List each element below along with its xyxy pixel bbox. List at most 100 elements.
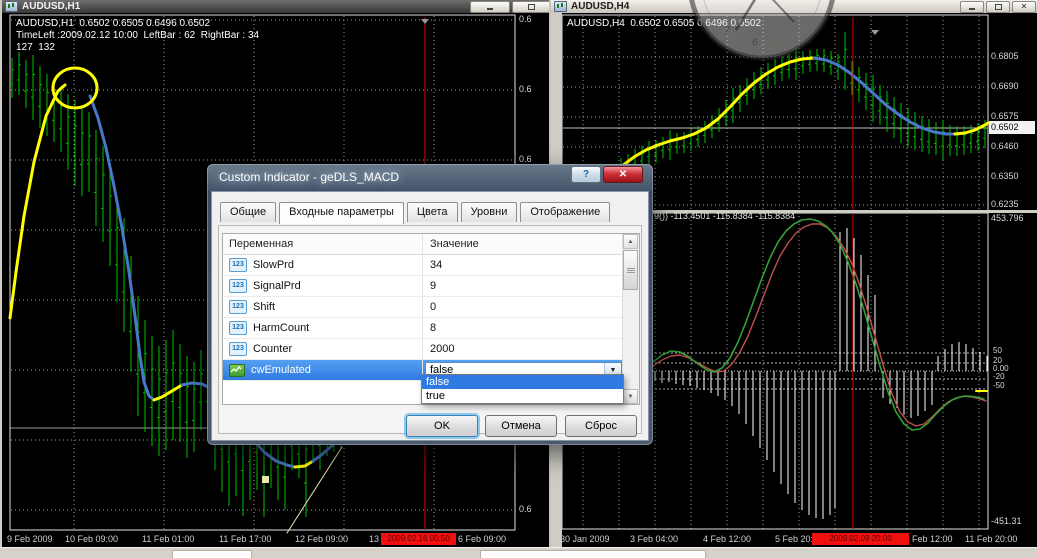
arrow-down-icon: ▼ — [627, 393, 634, 400]
param-name: SignalPrd — [253, 280, 301, 292]
h1-time-label: 6 Feb 09:00 — [458, 534, 507, 544]
numeric-param-icon: 123 — [229, 258, 247, 272]
h4-price-label: 0.6460 — [991, 141, 1019, 151]
ok-button[interactable]: OK — [406, 415, 478, 437]
h1-time-label: 11 Feb 01:00 — [142, 534, 195, 544]
h4-current-price-box: 0.6502 — [989, 121, 1035, 134]
numeric-param-icon: 123 — [229, 300, 247, 314]
dropdown-option-true[interactable]: true — [422, 389, 623, 403]
param-value[interactable]: 34 — [422, 255, 625, 275]
h4-window-title: AUDUSD,H4 — [571, 1, 630, 12]
dialog-help-button[interactable]: ? — [571, 166, 601, 183]
dialog-title: Custom Indicator - geDLS_MACD — [219, 170, 400, 184]
tab-visualization[interactable]: Отображение — [520, 202, 611, 222]
h1-price-label: 0.6 — [519, 154, 532, 164]
table-row[interactable]: 123 SignalPrd 9 — [223, 276, 625, 297]
chart-window-icon — [554, 1, 567, 12]
h4-price-label: 0.6575 — [991, 111, 1019, 121]
reset-button[interactable]: Сброс — [565, 415, 637, 437]
scrollbar-thumb[interactable] — [623, 250, 638, 290]
dropdown-option-false[interactable]: false — [422, 375, 623, 389]
h4-indicator-values: 9()) -113.4501 -115.8384 -115.8384 — [654, 211, 796, 221]
numeric-param-icon: 123 — [229, 279, 247, 293]
param-name: Shift — [253, 301, 276, 313]
indicator-level-label: -20 — [993, 372, 1005, 381]
table-row[interactable]: 123 HarmCount 8 — [223, 318, 625, 339]
scroll-down-button[interactable]: ▼ — [623, 389, 638, 404]
h1-ohlc-info: AUDUSD,H1 0.6502 0.6505 0.6496 0.6502 — [16, 18, 211, 29]
restore-icon — [528, 4, 535, 10]
mt4-workspace: AUDUSD,H1 AUDUSD,H1 0.6502 0.6505 0.6496… — [0, 0, 1037, 558]
param-name: SlowPrd — [253, 259, 294, 271]
h4-price-label: 0.6690 — [991, 81, 1019, 91]
close-icon: ✕ — [1020, 2, 1028, 11]
h4-close-button[interactable]: ✕ — [1012, 1, 1036, 13]
h1-window-titlebar[interactable]: AUDUSD,H1 — [2, 0, 549, 13]
dialog-body: Общие Входные параметры Цвета Уровни Ото… — [211, 191, 649, 441]
h4-time-label: 4 Feb 12:00 — [703, 534, 752, 544]
column-header-value: Значение — [422, 234, 639, 254]
status-cell — [480, 550, 706, 558]
custom-indicator-dialog[interactable]: Custom Indicator - geDLS_MACD ? ✕ Общие … — [207, 164, 653, 445]
h1-time-label: 10 Feb 09:00 — [65, 534, 119, 544]
param-name: HarmCount — [253, 322, 310, 334]
indicator-scale-bottom: -451.31 — [991, 516, 1022, 526]
tab-common[interactable]: Общие — [220, 202, 277, 222]
close-icon: ✕ — [618, 169, 628, 180]
h1-price-label: 0.6 — [519, 504, 532, 514]
h4-time-label: Feb 12:00 — [912, 534, 953, 544]
status-strip — [0, 547, 1037, 558]
h4-time-cursor-label: 2009.02.09 20:00 — [812, 533, 909, 545]
param-value[interactable]: 0 — [422, 297, 625, 317]
h1-indicator-info: TimeLeft :2009.02.12 10:00 LeftBar : 62 … — [16, 30, 260, 41]
param-value[interactable]: 2000 — [422, 339, 625, 359]
indicator-level-label: -50 — [993, 381, 1005, 390]
h4-price-label: 0.6350 — [991, 171, 1019, 181]
dialog-close-button[interactable]: ✕ — [603, 166, 643, 183]
tab-inputs[interactable]: Входные параметры — [279, 202, 404, 224]
status-cell — [172, 550, 252, 558]
indicator-level-label: 50 — [993, 346, 1002, 355]
param-value[interactable]: 9 — [422, 276, 625, 296]
indicator-scale-top: 453.796 — [991, 213, 1024, 223]
help-icon: ? — [582, 169, 590, 180]
h4-time-label: 30 Jan 2009 — [560, 534, 610, 544]
indicator-param-icon — [229, 363, 245, 377]
h1-window-title: AUDUSD,H1 — [22, 1, 81, 12]
numeric-param-icon: 123 — [229, 321, 247, 335]
h1-time-cursor-label: 2009.02.16 00:50 — [381, 533, 456, 545]
table-row[interactable]: 123 Counter 2000 — [223, 339, 625, 360]
scroll-up-button[interactable]: ▲ — [623, 234, 638, 249]
h1-price-label: 0.6 — [519, 14, 532, 24]
cancel-button[interactable]: Отмена — [485, 415, 557, 437]
table-scrollbar[interactable]: ▲ ▼ — [622, 234, 639, 404]
h4-time-label: 11 Feb 20:00 — [965, 534, 1018, 544]
h1-time-label: 12 Feb 09:00 — [295, 534, 349, 544]
h1-time-label: 11 Feb 17:00 — [219, 534, 272, 544]
dialog-tabs: Общие Входные параметры Цвета Уровни Ото… — [220, 202, 613, 224]
h1-time-label: 9 Feb 2009 — [7, 534, 53, 544]
h4-time-label: 3 Feb 04:00 — [630, 534, 679, 544]
table-row[interactable]: 123 Shift 0 — [223, 297, 625, 318]
h1-minimize-button[interactable] — [470, 1, 510, 13]
dialog-buttons: OK Отмена Сброс — [212, 415, 648, 437]
combobox-dropdown-list: false true — [421, 374, 624, 404]
h1-counter-info: 127 132 — [16, 42, 55, 53]
tab-levels[interactable]: Уровни — [460, 202, 518, 222]
h4-minimize-button[interactable] — [960, 1, 984, 13]
minimize-icon — [487, 8, 493, 10]
h1-price-label: 0.6 — [519, 84, 532, 94]
param-name: Counter — [253, 343, 293, 355]
h4-price-label: 0.6805 — [991, 51, 1019, 61]
chart-window-icon — [5, 1, 18, 12]
table-row[interactable]: 123 SlowPrd 34 — [223, 255, 625, 276]
h1-restore-button[interactable] — [512, 1, 549, 13]
h4-restore-button[interactable] — [986, 1, 1010, 13]
minimize-icon — [969, 8, 975, 10]
tab-colors[interactable]: Цвета — [406, 202, 458, 222]
column-header-variable: Переменная — [229, 238, 294, 250]
table-header-row: Переменная Значение — [223, 234, 639, 255]
arrow-up-icon: ▲ — [627, 238, 634, 245]
param-value[interactable]: 8 — [422, 318, 625, 338]
h4-price-label: 0.6235 — [991, 199, 1019, 209]
